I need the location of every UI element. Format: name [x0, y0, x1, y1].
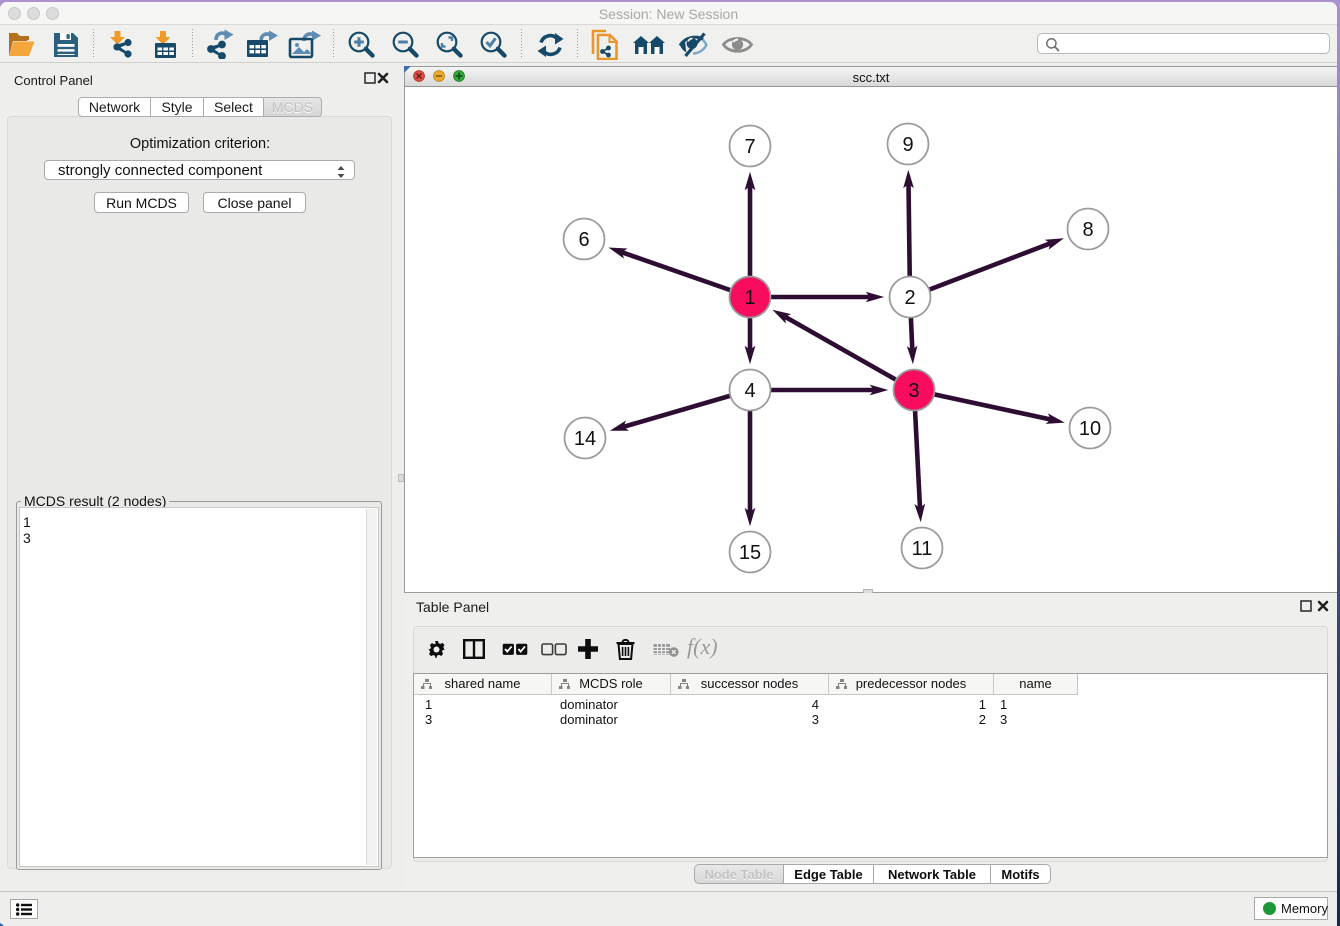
svg-text:4: 4	[744, 380, 755, 402]
svg-text:3: 3	[908, 380, 919, 402]
svg-text:7: 7	[744, 136, 755, 158]
svg-text:6: 6	[578, 229, 589, 251]
svg-text:2: 2	[904, 287, 915, 309]
svg-text:9: 9	[902, 134, 913, 156]
svg-text:8: 8	[1082, 219, 1093, 241]
svg-text:11: 11	[912, 538, 933, 560]
svg-text:10: 10	[1079, 418, 1101, 440]
svg-text:1: 1	[744, 287, 755, 309]
svg-text:14: 14	[574, 428, 596, 450]
svg-text:15: 15	[739, 542, 761, 564]
